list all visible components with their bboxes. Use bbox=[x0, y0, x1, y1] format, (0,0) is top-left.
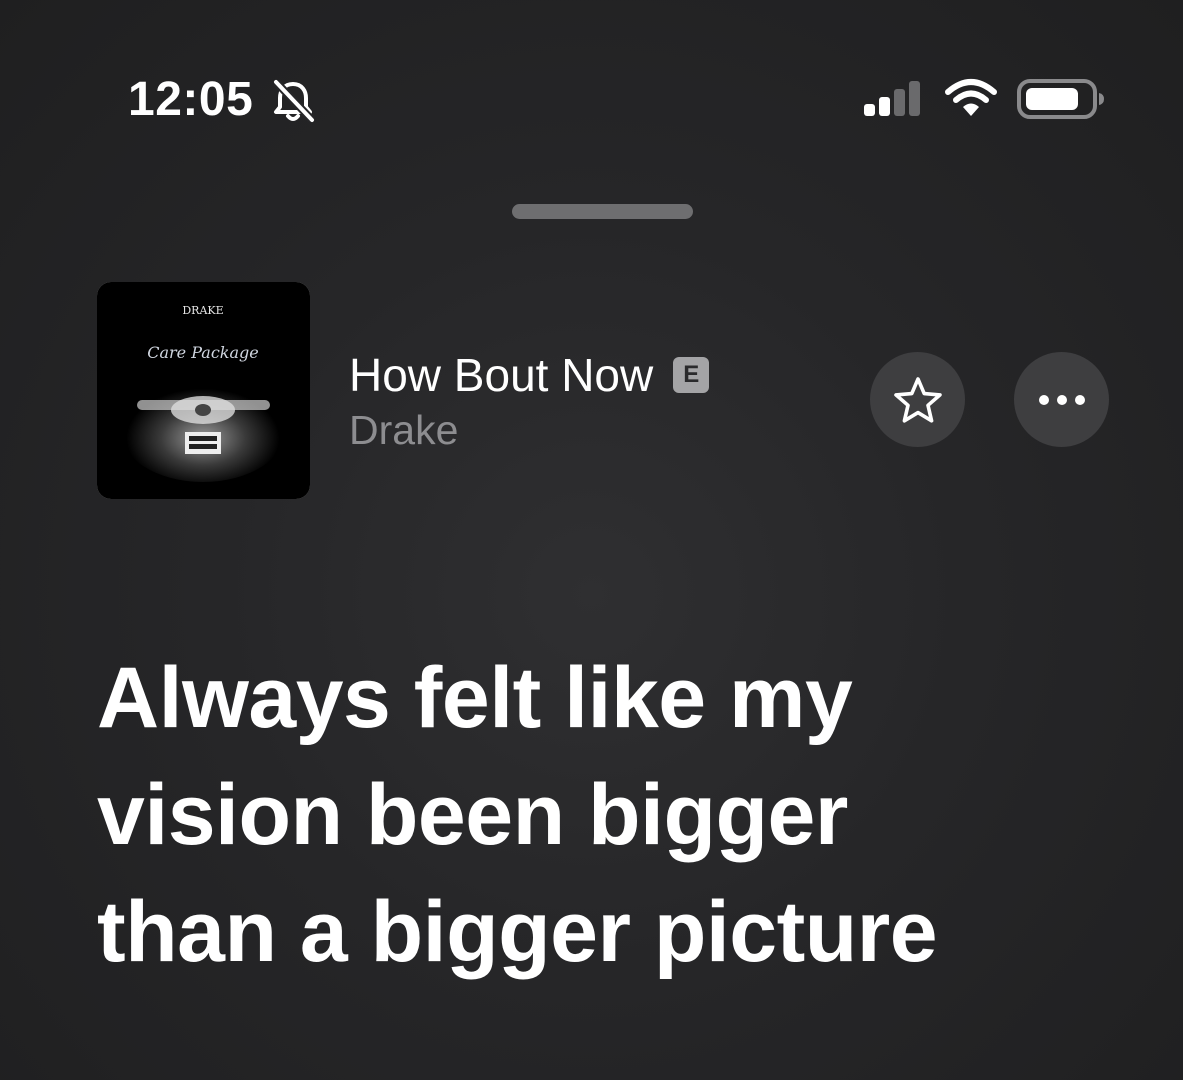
status-time: 12:05 bbox=[128, 73, 254, 126]
song-title: How Bout Now bbox=[349, 349, 654, 401]
lyric-line[interactable]: vision been bigger bbox=[97, 757, 1157, 874]
star-icon bbox=[893, 376, 943, 424]
explicit-badge: E bbox=[673, 357, 710, 393]
cellular-signal-icon bbox=[862, 80, 924, 118]
artwork-album-text: Care Package bbox=[147, 343, 258, 362]
status-bar: 12:05 bbox=[0, 0, 1183, 150]
sheet-grabber[interactable] bbox=[512, 204, 693, 219]
lyric-line[interactable]: Always felt like my bbox=[97, 640, 1157, 757]
wifi-icon bbox=[944, 78, 998, 118]
bell-slash-icon bbox=[268, 78, 318, 124]
ellipsis-icon bbox=[1037, 394, 1087, 406]
lyric-line[interactable]: than a bigger picture bbox=[97, 874, 1157, 991]
album-artwork[interactable]: DRAKE Care Package bbox=[97, 282, 310, 499]
favorite-button[interactable] bbox=[870, 352, 965, 447]
battery-icon bbox=[1016, 78, 1106, 120]
song-artist[interactable]: Drake bbox=[349, 403, 458, 457]
more-button[interactable] bbox=[1014, 352, 1109, 447]
lyrics: Always felt like my vision been bigger t… bbox=[97, 640, 1157, 991]
song-title-row[interactable]: How Bout Now E bbox=[349, 347, 710, 403]
artwork-artist-text: DRAKE bbox=[182, 304, 223, 317]
